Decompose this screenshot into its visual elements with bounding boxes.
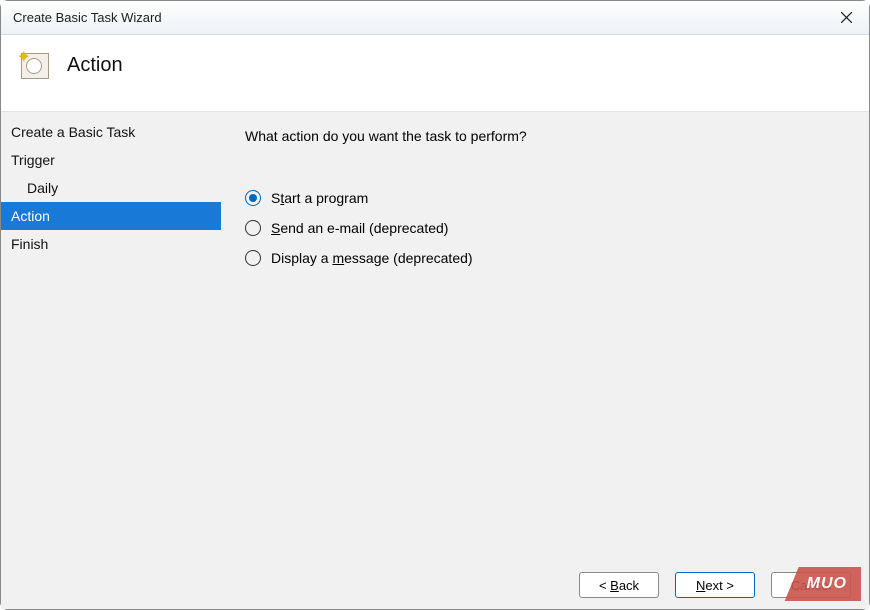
action-option[interactable]: Send an e-mail (deprecated)	[245, 220, 849, 236]
radio-icon[interactable]	[245, 190, 261, 206]
wizard-step[interactable]: Action	[1, 202, 221, 230]
prompt-text: What action do you want the task to perf…	[245, 128, 849, 144]
back-button[interactable]: < Back	[579, 572, 659, 598]
wizard-footer: < Back Next > Cancel	[1, 561, 869, 609]
radio-label: Display a message (deprecated)	[271, 250, 473, 266]
radio-label: Start a program	[271, 190, 368, 206]
title-bar: Create Basic Task Wizard	[1, 1, 869, 35]
action-radio-group: Start a program Send an e-mail (deprecate…	[245, 190, 849, 266]
wizard-step[interactable]: Create a Basic Task	[1, 118, 221, 146]
radio-icon[interactable]	[245, 250, 261, 266]
page-title: Action	[67, 54, 123, 77]
next-button[interactable]: Next >	[675, 572, 755, 598]
wizard-steps-sidebar: Create a Basic TaskTriggerDailyActionFin…	[1, 112, 221, 561]
wizard-step[interactable]: Trigger	[1, 146, 221, 174]
wizard-step[interactable]: Daily	[1, 174, 221, 202]
radio-icon[interactable]	[245, 220, 261, 236]
radio-label: Send an e-mail (deprecated)	[271, 220, 448, 236]
action-option[interactable]: Start a program	[245, 190, 849, 206]
wizard-header: ✦ Action	[1, 35, 869, 112]
wizard-icon: ✦	[19, 49, 51, 81]
window-title: Create Basic Task Wizard	[13, 10, 162, 25]
wizard-step[interactable]: Finish	[1, 230, 221, 258]
wizard-content: What action do you want the task to perf…	[221, 112, 869, 561]
close-icon	[841, 12, 852, 23]
close-button[interactable]	[823, 1, 869, 34]
action-option[interactable]: Display a message (deprecated)	[245, 250, 849, 266]
